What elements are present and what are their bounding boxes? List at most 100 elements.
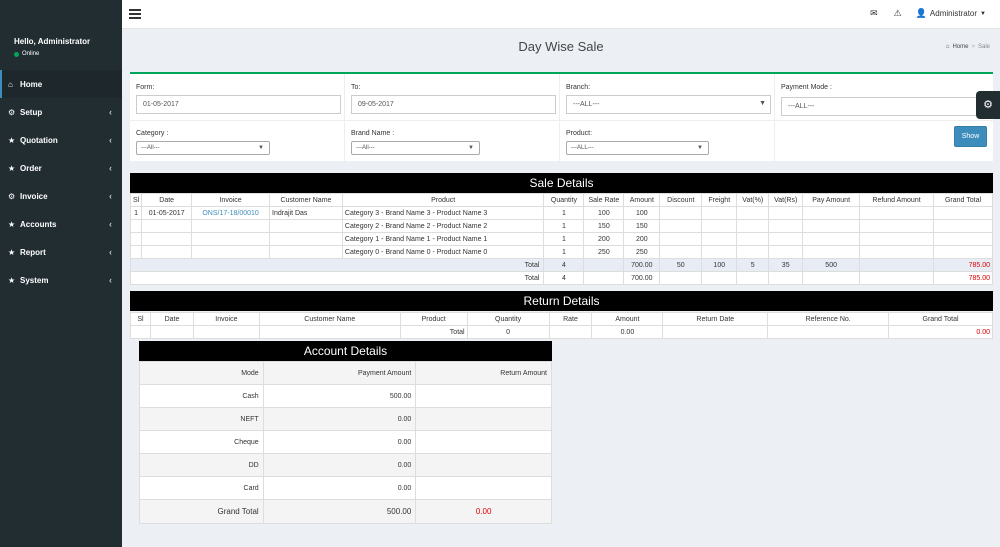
vat-rs-cell bbox=[768, 245, 804, 259]
brand-name-select[interactable]: ---All--- ▼ bbox=[351, 141, 480, 155]
vat-pct-cell bbox=[736, 219, 770, 233]
sl-cell bbox=[129, 219, 143, 233]
chevron-left-icon: ‹ bbox=[109, 107, 112, 117]
total-freight bbox=[701, 271, 738, 285]
branch-select[interactable]: ---ALL--- ▼ bbox=[566, 95, 771, 114]
grand-cell bbox=[932, 232, 994, 246]
total-amount: 700.00 bbox=[623, 271, 661, 285]
grand-total-label: Grand Total bbox=[139, 499, 264, 524]
discount-cell bbox=[659, 219, 703, 233]
product-cell: Category 3 - Brand Name 3 - Product Name… bbox=[341, 206, 545, 220]
sale-col-header: Date bbox=[141, 193, 193, 207]
amount-cell: 250 bbox=[623, 245, 661, 259]
sidebar-item-invoice[interactable]: ⚙ Invoice ‹ bbox=[0, 182, 122, 210]
vat-pct-cell bbox=[736, 245, 770, 259]
payment-cell: 0.00 bbox=[262, 407, 417, 431]
return-col-header: Product bbox=[399, 312, 468, 326]
pay-cell bbox=[802, 206, 861, 220]
cogs-icon: ⚙ bbox=[8, 191, 16, 201]
branch-select-value: ---ALL--- bbox=[573, 101, 600, 108]
mode-cell: Card bbox=[139, 476, 264, 500]
product-cell: Category 2 - Brand Name 2 - Product Name… bbox=[341, 219, 545, 233]
caret-down-icon: ▼ bbox=[468, 145, 474, 151]
sidebar-item-accounts[interactable]: ★ Accounts ‹ bbox=[0, 210, 122, 238]
pay-cell bbox=[802, 232, 861, 246]
sale-col-header: Amount bbox=[623, 193, 661, 207]
chevron-left-icon: ‹ bbox=[109, 219, 112, 229]
chevron-left-icon: ‹ bbox=[109, 191, 112, 201]
breadcrumb: ⌂ Home > Sale bbox=[946, 44, 990, 50]
sale-col-header: Freight bbox=[701, 193, 738, 207]
customer-cell bbox=[269, 219, 343, 233]
caret-down-icon: ▼ bbox=[759, 100, 766, 107]
sl-cell bbox=[129, 232, 143, 246]
sale-col-header: Pay Amount bbox=[802, 193, 861, 207]
table-row: Cheque 0.00 bbox=[139, 430, 552, 454]
sidebar-item-system[interactable]: ★ System ‹ bbox=[0, 266, 122, 294]
return-col-header: Rate bbox=[548, 312, 593, 326]
product-cell: Category 1 - Brand Name 1 - Product Name… bbox=[341, 232, 545, 246]
return-col-header: Invoice bbox=[192, 312, 260, 326]
payment-mode-select[interactable]: ---ALL--- bbox=[781, 97, 981, 116]
sidebar-toggle-icon[interactable] bbox=[129, 9, 141, 19]
account-details-heading: Account Details bbox=[139, 341, 552, 361]
chevron-left-icon: ‹ bbox=[109, 163, 112, 173]
return-total-amount: 0.00 bbox=[591, 325, 664, 339]
sidebar-item-quotation[interactable]: ★ Quotation ‹ bbox=[0, 126, 122, 154]
sidebar-item-order[interactable]: ★ Order ‹ bbox=[0, 154, 122, 182]
sidebar-item-report[interactable]: ★ Report ‹ bbox=[0, 238, 122, 266]
product-cell: Category 0 - Brand Name 0 - Product Name… bbox=[341, 245, 545, 259]
freight-cell bbox=[701, 245, 738, 259]
total-grand: 785.00 bbox=[932, 258, 994, 272]
account-header-row: Mode Payment Amount Return Amount bbox=[139, 361, 552, 385]
discount-cell bbox=[659, 245, 703, 259]
breadcrumb-home[interactable]: Home bbox=[952, 44, 968, 50]
date-cell bbox=[141, 219, 193, 233]
sidebar-item-label: Invoice bbox=[20, 191, 48, 201]
sale-header-row: Sl Date Invoice Customer Name Product Quantit… bbox=[129, 193, 994, 207]
table-row: 1 01-05-2017 ONS/17-18/00010 Indrajit Das Ca… bbox=[129, 206, 994, 220]
return-col-header: Grand Total bbox=[888, 312, 993, 326]
pay-cell bbox=[802, 245, 861, 259]
user-panel: Hello, Administrator Online bbox=[0, 0, 122, 70]
navbar-right: ✉ ⚠ 👤 Administrator ▼ bbox=[854, 8, 986, 19]
invoice-link[interactable] bbox=[191, 232, 271, 246]
invoice-link[interactable] bbox=[191, 219, 271, 233]
return-cell bbox=[415, 407, 552, 431]
account-col-header: Return Amount bbox=[415, 361, 552, 385]
product-select[interactable]: ---ALL--- ▼ bbox=[566, 141, 709, 155]
breadcrumb-separator: > bbox=[971, 44, 975, 50]
settings-gear-icon[interactable]: ⚙ bbox=[976, 91, 1000, 119]
payment-mode-label: Payment Mode : bbox=[781, 84, 832, 91]
sidebar-item-setup[interactable]: ⚙ Setup ‹ bbox=[0, 98, 122, 126]
from-date-input[interactable]: 01-05-2017 bbox=[136, 95, 341, 114]
return-header-row: Sl Date Invoice Customer Name Product Quantit… bbox=[130, 312, 993, 326]
online-dot-icon bbox=[14, 51, 19, 57]
sidebar-menu: ⌂ Home ⚙ Setup ‹ ★ Quotation ‹ ★ Order ‹ ⚙ Invoice ‹ ★… bbox=[0, 70, 122, 294]
return-col-header: Sl bbox=[130, 312, 151, 326]
to-date-input[interactable]: 09-05-2017 bbox=[351, 95, 556, 114]
user-greeting: Hello, Administrator bbox=[14, 37, 91, 46]
sidebar-item-home[interactable]: ⌂ Home bbox=[0, 70, 122, 98]
star-icon: ★ bbox=[8, 247, 16, 257]
show-button[interactable]: Show bbox=[954, 126, 987, 147]
chevron-left-icon: ‹ bbox=[109, 247, 112, 257]
category-select[interactable]: ---All--- ▼ bbox=[136, 141, 270, 155]
discount-cell bbox=[659, 232, 703, 246]
warning-icon[interactable]: ⚠ bbox=[894, 8, 902, 19]
total-refund bbox=[859, 258, 934, 272]
table-row: Category 2 - Brand Name 2 - Product Name… bbox=[129, 219, 994, 233]
invoice-link[interactable]: ONS/17-18/00010 bbox=[191, 206, 271, 220]
freight-cell bbox=[701, 206, 738, 220]
account-grand-total-row: Grand Total 500.00 0.00 bbox=[139, 499, 552, 524]
qty-cell: 1 bbox=[543, 245, 585, 259]
breadcrumb-current: Sale bbox=[977, 44, 990, 50]
mode-cell: Cash bbox=[139, 384, 264, 408]
total-rate bbox=[583, 258, 625, 272]
refund-cell bbox=[859, 206, 934, 220]
sale-col-header: Vat(Rs) bbox=[768, 193, 804, 207]
user-menu[interactable]: 👤 Administrator ▼ bbox=[916, 8, 986, 19]
caret-down-icon: ▼ bbox=[980, 10, 986, 17]
envelope-icon[interactable]: ✉ bbox=[870, 8, 878, 19]
invoice-link[interactable] bbox=[191, 245, 271, 259]
